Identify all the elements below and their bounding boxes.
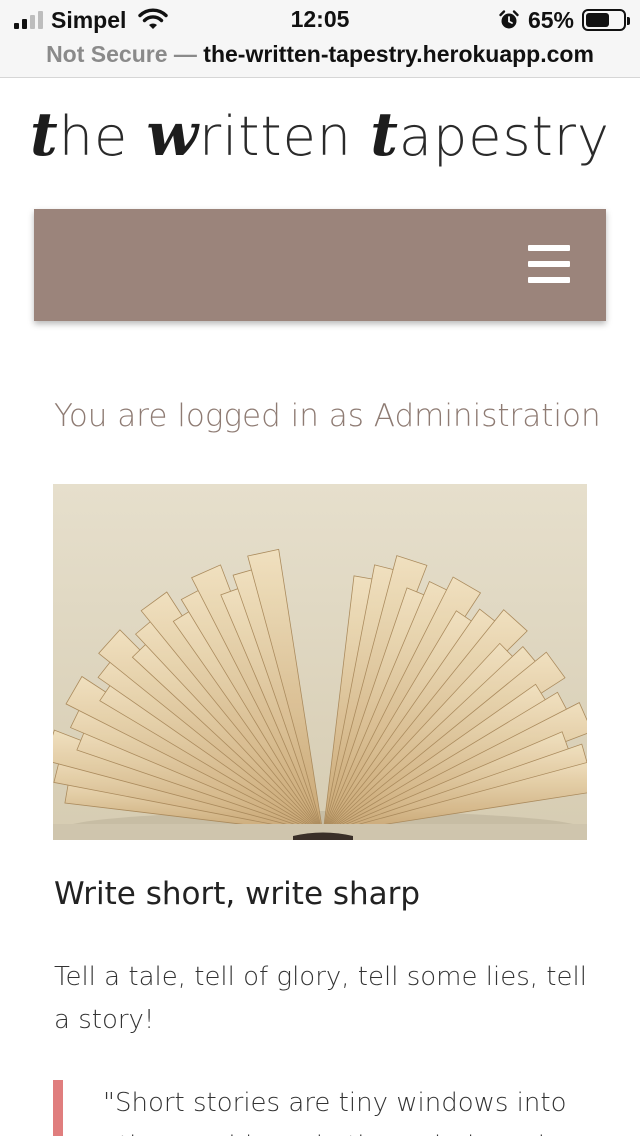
logo-letter-t2: t xyxy=(370,100,399,170)
open-book-image xyxy=(53,484,587,840)
status-right: 65% xyxy=(498,6,630,34)
blockquote: "Short stories are tiny windows into oth… xyxy=(53,1080,593,1136)
battery-icon xyxy=(582,9,630,31)
site-logo[interactable]: the written tapestry xyxy=(0,100,640,180)
logo-word-the: he xyxy=(58,105,147,168)
security-label: Not Secure xyxy=(46,41,168,67)
post-title: Write short, write sharp xyxy=(54,876,421,912)
quote-text: "Short stories are tiny windows into oth… xyxy=(103,1088,567,1136)
logo-word-written: ritten xyxy=(199,105,371,168)
status-bar: Simpel 12:05 65% xyxy=(0,0,640,40)
logo-word-tapestry: apestry xyxy=(398,105,610,168)
battery-fill xyxy=(586,13,609,27)
url-separator: — xyxy=(167,41,204,67)
battery-percent: 65% xyxy=(527,6,574,33)
logo-letter-t: t xyxy=(30,100,59,170)
hamburger-menu-icon[interactable] xyxy=(528,245,570,283)
alarm-icon xyxy=(499,10,519,29)
url-host: the-written-tapestry.herokuapp.com xyxy=(203,41,594,67)
logo-letter-w: w xyxy=(146,100,200,170)
quote-accent-bar xyxy=(53,1080,63,1136)
post-intro: Tell a tale, tell of glory, tell some li… xyxy=(54,962,587,1035)
logged-in-message: You are logged in as Administration xyxy=(54,398,601,434)
hero-image xyxy=(53,484,587,840)
url-bar[interactable]: Not Secure — the-written-tapestry.heroku… xyxy=(0,38,640,78)
navbar xyxy=(34,209,606,321)
